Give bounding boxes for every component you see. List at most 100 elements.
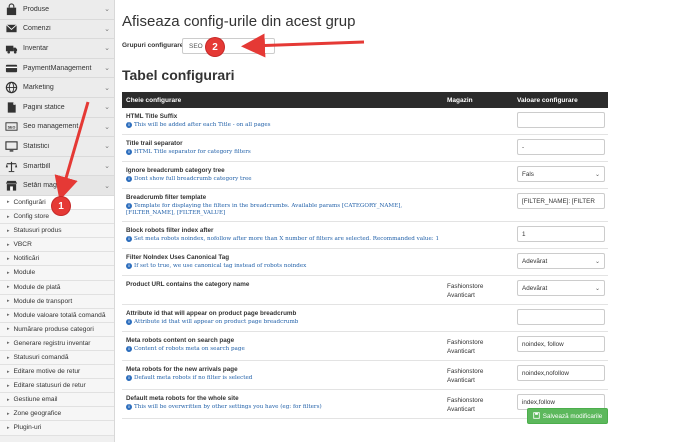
config-value-selected: Adevărat [522, 284, 548, 292]
section-title: Tabel configurari [122, 67, 235, 83]
config-description-text: Attribute id that will appear on product… [134, 319, 299, 325]
config-value-input[interactable] [517, 112, 605, 128]
config-value-selected: Adevărat [522, 257, 548, 265]
sidebar-item-6[interactable]: SEO Seo management ⌄ [0, 117, 114, 138]
config-value-input[interactable]: [FILTER_NAME]: [FILTER [517, 193, 605, 209]
sidebar-subitem-4[interactable]: ▸ Notificări [0, 252, 114, 267]
page-title: Afiseaza config-urile din acest grup [122, 13, 356, 30]
sidebar-subitem-8[interactable]: ▸ Module valoare totală comandă [0, 308, 114, 323]
config-value-input[interactable] [517, 309, 605, 325]
scale-icon [3, 159, 19, 173]
caret-right-icon: ▸ [7, 312, 10, 319]
sidebar-subitem-3[interactable]: ▸ VBCR [0, 238, 114, 253]
config-description-text: HTML Title separator for category filter… [134, 149, 251, 155]
sidebar-item-2[interactable]: Inventar ⌄ [0, 39, 114, 59]
sidebar-subitem-6[interactable]: ▸ Module de plată [0, 280, 114, 295]
store-cell [447, 193, 517, 217]
document-icon [3, 100, 19, 114]
sidebar-subitem-13[interactable]: ▸ Editare statusuri de retur [0, 379, 114, 394]
annotation-badge-1: 1 [52, 197, 70, 215]
sidebar-item-5[interactable]: Pagini statice ⌄ [0, 97, 114, 118]
store-icon [3, 179, 19, 193]
group-label: Grupuri configurare [122, 42, 184, 49]
sidebar-item-label: Comenzi [23, 25, 51, 33]
config-value-select[interactable]: Fals ⌄ [517, 166, 605, 182]
chevron-down-icon: ⌄ [104, 143, 110, 151]
caret-right-icon: ▸ [7, 255, 10, 262]
info-icon: i [126, 149, 132, 155]
sidebar-subitem-label: Configurări [13, 198, 46, 206]
config-key: Ignore breadcrumb category tree [126, 167, 225, 174]
sidebar-subitem-11[interactable]: ▸ Statusuri comandă [0, 350, 114, 366]
sidebar-subitem-14[interactable]: ▸ Gestiune email [0, 393, 114, 408]
save-button[interactable]: Salvează modificarile [527, 408, 608, 424]
store-cell [447, 253, 517, 271]
sidebar-subitem-label: VBCR [13, 241, 32, 249]
info-icon: i [126, 346, 132, 352]
table-row: Title trail separator i HTML Title separat… [122, 135, 608, 162]
sidebar-item-0[interactable]: Produse ⌄ [0, 0, 114, 20]
sidebar: Produse ⌄ Comenzi ⌄ Inventar ⌄ PaymentManageme… [0, 0, 115, 442]
config-value-select[interactable]: Adevărat ⌄ [517, 280, 605, 296]
config-description-text: Set meta robots noindex, nofollow after … [134, 236, 440, 242]
sidebar-item-1[interactable]: Comenzi ⌄ [0, 19, 114, 40]
config-value-input[interactable]: - [517, 139, 605, 155]
sidebar-subitem-7[interactable]: ▸ Module de transport [0, 294, 114, 309]
sidebar-item-7[interactable]: Statistici ⌄ [0, 137, 114, 157]
config-key: HTML Title Suffix [126, 113, 178, 120]
info-icon: i [126, 122, 132, 128]
info-icon: i [126, 263, 132, 269]
table-row: Block robots filter index after i Set meta… [122, 222, 608, 249]
config-description: i This will be added after each Title - o… [126, 122, 447, 129]
config-value-input[interactable]: noindex,nofollow [517, 365, 605, 381]
table-row: Breadcrumb filter template i Template for … [122, 189, 608, 222]
sidebar-subitem-5[interactable]: ▸ Module [0, 266, 114, 281]
sidebar-subitem-16[interactable]: ▸ Plugin-uri [0, 421, 114, 436]
sidebar-subitem-15[interactable]: ▸ Zone geografice [0, 407, 114, 422]
info-icon: i [126, 236, 132, 242]
truck-icon [3, 41, 19, 55]
value-cell: Adevărat ⌄ [517, 253, 608, 271]
seo-icon: SEO [3, 120, 19, 134]
store-cell [447, 226, 517, 244]
chevron-down-icon: ⌄ [104, 163, 110, 171]
caret-right-icon: ▸ [7, 213, 10, 220]
sidebar-item-3[interactable]: PaymentManagement ⌄ [0, 58, 114, 79]
sidebar-subitem-2[interactable]: ▸ Statusuri produs [0, 224, 114, 239]
sidebar-item-label: Statistici [23, 142, 50, 150]
value-cell [517, 112, 608, 130]
config-value-input[interactable]: noindex, follow [517, 336, 605, 352]
sidebar-subitem-10[interactable]: ▸ Generare registru inventar [0, 336, 114, 351]
table-header: Cheie configurare Magazin Valoare config… [122, 92, 608, 108]
config-description-text: If set to true, we use canonical tag ins… [134, 263, 307, 269]
config-key: Meta robots for the new arrivals page [126, 366, 238, 373]
group-select[interactable]: SEO [182, 38, 275, 54]
sidebar-subitem-label: Zone geografice [13, 410, 62, 418]
sidebar-subitem-label: Module valoare totală comandă [13, 311, 106, 319]
config-description-text: This will be added after each Title - on… [134, 122, 271, 128]
sidebar-subitem-9[interactable]: ▸ Numărare produse categori [0, 322, 114, 337]
store-cell: Fashionstore Avanticart [447, 368, 484, 384]
config-key: Default meta robots for the whole site [126, 395, 239, 402]
caret-right-icon: ▸ [7, 354, 10, 361]
sidebar-subitem-12[interactable]: ▸ Editare motive de retur [0, 365, 114, 380]
config-description-text: Dont show full breadcrumb category tree [134, 176, 252, 182]
column-header-key: Cheie configurare [126, 96, 182, 104]
config-value-select[interactable]: Adevărat ⌄ [517, 253, 605, 269]
annotation-badge-2: 2 [206, 38, 224, 56]
sidebar-item-8[interactable]: Smartbill ⌄ [0, 156, 114, 177]
config-value-input[interactable]: 1 [517, 226, 605, 242]
store-cell: Fashionstore Avanticart [447, 339, 484, 355]
store-cell [447, 112, 517, 130]
caret-right-icon: ▸ [7, 284, 10, 291]
sidebar-item-9[interactable]: Setări magazin ⌄ [0, 176, 114, 196]
caret-right-icon: ▸ [7, 410, 10, 417]
value-cell: 1 [517, 226, 608, 244]
caret-right-icon: ▸ [7, 298, 10, 305]
sidebar-item-4[interactable]: Marketing ⌄ [0, 78, 114, 98]
sidebar-subitem-label: Plugin-uri [13, 424, 42, 432]
config-key: Breadcrumb filter template [126, 194, 207, 201]
sidebar-subitem-label: Config store [13, 213, 50, 221]
sidebar-subitem-label: Editare motive de retur [13, 368, 81, 376]
chevron-down-icon: ⌄ [104, 45, 110, 53]
